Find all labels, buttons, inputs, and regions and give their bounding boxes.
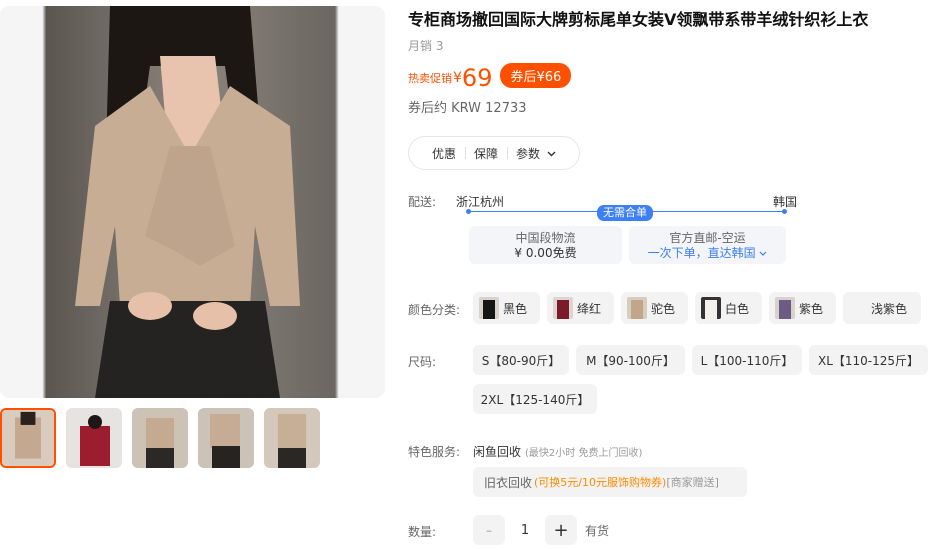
tab-discount[interactable]: 优惠 (423, 145, 465, 162)
color-option-label: 浅紫色 (870, 301, 907, 316)
color-swatch (627, 297, 647, 319)
old-clothes-recycle-option[interactable]: 旧衣回收 (可换5元/10元服饰购物券) [商家赠送] (473, 467, 747, 497)
intl-link[interactable]: 一次下单，直达韩国 (629, 246, 786, 261)
color-swatch (775, 297, 795, 319)
shipping-destination: 韩国 (773, 195, 798, 209)
quantity-stepper: - 1 + 有货 (473, 515, 609, 545)
info-tabs: 优惠 保障 参数 (408, 136, 580, 170)
size-label: 尺码: (408, 355, 437, 369)
color-option-label: 绛红 (577, 301, 602, 316)
intl-logistics-box[interactable]: 官方直邮-空运 一次下单，直达韩国 (629, 226, 786, 264)
price: 69 (461, 64, 493, 92)
thumbnail-2[interactable] (66, 408, 122, 468)
quantity-plus-button[interactable]: + (545, 515, 577, 545)
tab-guarantee[interactable]: 保障 (465, 145, 507, 162)
recycle-option-coupon: (可换5元/10元服饰购物券) (534, 476, 667, 489)
size-option-m[interactable]: M【90-100斤】 (576, 345, 685, 375)
domestic-title: 中国段物流 (515, 231, 576, 245)
thumbnail-strip (0, 408, 320, 468)
size-option-l[interactable]: L【100-110斤】 (692, 345, 802, 375)
thumbnail-1[interactable] (0, 408, 56, 468)
route-start-dot (466, 209, 471, 214)
tab-params[interactable]: 参数 (507, 145, 565, 162)
route-end-dot (782, 209, 787, 214)
size-option-xl[interactable]: XL【110-125斤】 (809, 345, 928, 375)
color-option-crimson[interactable]: 绛红 (547, 292, 614, 324)
price-row: 热卖促销 ¥ 69 券后¥66 (408, 62, 572, 92)
color-option-label: 紫色 (799, 301, 824, 316)
quantity-input[interactable]: 1 (505, 515, 545, 545)
thumbnail-3[interactable] (132, 408, 188, 468)
color-swatch (553, 297, 573, 319)
domestic-fee: ¥ 0.00免费 (514, 246, 577, 260)
quantity-label: 数量: (408, 525, 437, 539)
shipping-label: 配送: (408, 195, 437, 209)
stock-status: 有货 (585, 523, 610, 538)
no-merge-badge: 无需合单 (597, 205, 653, 221)
thumbnail-4[interactable] (198, 408, 254, 468)
color-option-label: 黑色 (503, 301, 528, 316)
quantity-minus-button[interactable]: - (473, 515, 505, 545)
color-label: 颜色分类: (408, 303, 461, 317)
color-option-camel[interactable]: 驼色 (621, 292, 688, 324)
main-product-image[interactable] (0, 6, 385, 398)
monthly-sales: 月销 3 (408, 39, 444, 53)
color-option-black[interactable]: 黑色 (473, 292, 540, 324)
color-option-light-purple[interactable]: 浅紫色 (843, 292, 921, 324)
service-label: 特色服务: (408, 445, 461, 459)
color-option-label: 白色 (725, 301, 750, 316)
shipping-origin: 浙江杭州 (456, 195, 505, 209)
recycle-service-title: 闲鱼回收 (473, 445, 522, 459)
recycle-service-note: (最快2小时 免费上门回收) (525, 448, 643, 459)
promo-label: 热卖促销 (408, 72, 452, 85)
color-swatch (701, 297, 721, 319)
recycle-option-gift: [商家赠送] (666, 476, 719, 489)
color-option-purple[interactable]: 紫色 (769, 292, 836, 324)
intl-title: 官方直邮-空运 (669, 231, 746, 245)
color-option-white[interactable]: 白色 (695, 292, 762, 324)
chevron-down-icon (759, 251, 767, 256)
coupon-price-badge[interactable]: 券后¥66 (500, 63, 572, 88)
tab-params-label: 参数 (516, 146, 541, 161)
size-option-2xl[interactable]: 2XL【125-140斤】 (473, 384, 597, 414)
intl-link-text: 一次下单，直达韩国 (647, 246, 756, 260)
thumbnail-5[interactable] (264, 408, 320, 468)
chevron-down-icon (547, 151, 556, 157)
recycle-option-title: 旧衣回收 (484, 475, 533, 490)
currency-symbol: ¥ (453, 70, 462, 86)
color-swatch (479, 297, 499, 319)
recycle-service[interactable]: 闲鱼回收 (最快2小时 免费上门回收) (473, 443, 642, 460)
color-option-label: 驼色 (651, 301, 676, 316)
domestic-logistics-box: 中国段物流 ¥ 0.00免费 (469, 226, 622, 264)
size-option-s[interactable]: S【80-90斤】 (473, 345, 569, 375)
krw-price: 券后约 KRW 12733 (408, 101, 527, 116)
product-title: 专柜商场撤回国际大牌剪标尾单女装V领飘带系带羊绒针织衫上衣 (408, 10, 869, 29)
